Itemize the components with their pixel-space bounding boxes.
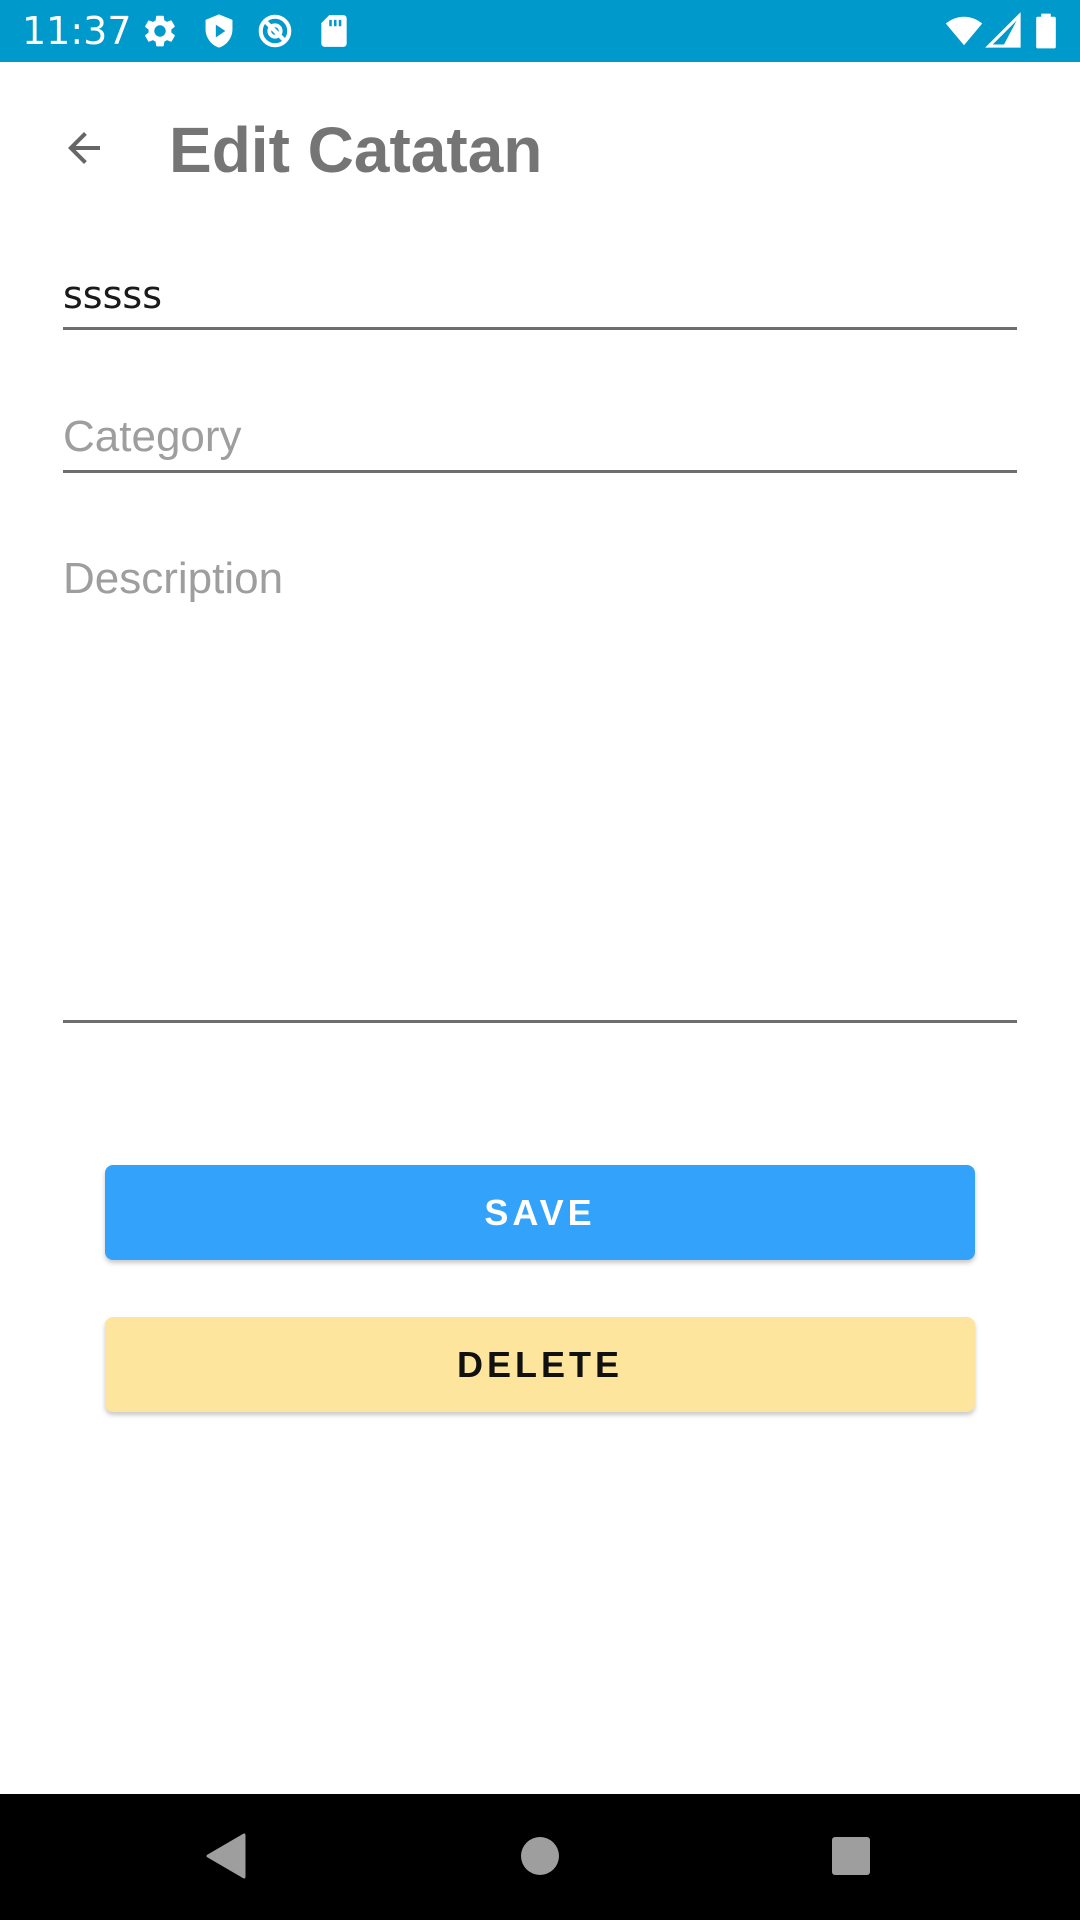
- status-bar: 11:37: [0, 0, 1080, 62]
- sd-card-icon: [315, 12, 353, 50]
- circle-home-icon: [521, 1837, 559, 1875]
- at-sign-icon: [256, 12, 294, 50]
- app-bar: Edit Catatan: [0, 62, 1080, 234]
- save-button[interactable]: SAVE: [105, 1165, 975, 1260]
- arrow-left-icon: [68, 132, 100, 164]
- shield-play-icon: [200, 12, 238, 50]
- battery-icon: [1031, 12, 1061, 50]
- category-input[interactable]: [63, 402, 1017, 472]
- square-recents-icon: [832, 1837, 870, 1875]
- nav-home-button[interactable]: [508, 1824, 572, 1888]
- nav-back-button[interactable]: [194, 1824, 258, 1888]
- name-input[interactable]: [63, 262, 1017, 328]
- page-title: Edit Catatan: [169, 114, 543, 186]
- category-field: [63, 402, 1017, 473]
- triangle-back-icon: [206, 1833, 246, 1879]
- cellular-signal-icon: [985, 12, 1023, 50]
- status-time: 11:37: [22, 9, 132, 53]
- wifi-icon: [944, 12, 984, 50]
- description-input[interactable]: [63, 548, 1017, 1016]
- nav-recents-button[interactable]: [819, 1824, 883, 1888]
- delete-button[interactable]: DELETE: [105, 1317, 975, 1412]
- description-field: [63, 548, 1017, 1023]
- settings-icon: [141, 12, 179, 50]
- name-field: [63, 262, 1017, 330]
- edit-note-screen: 11:37 Edit Catatan sssss Category Descri…: [0, 0, 1080, 1920]
- back-button[interactable]: [56, 120, 112, 176]
- navigation-bar: [0, 1794, 1080, 1920]
